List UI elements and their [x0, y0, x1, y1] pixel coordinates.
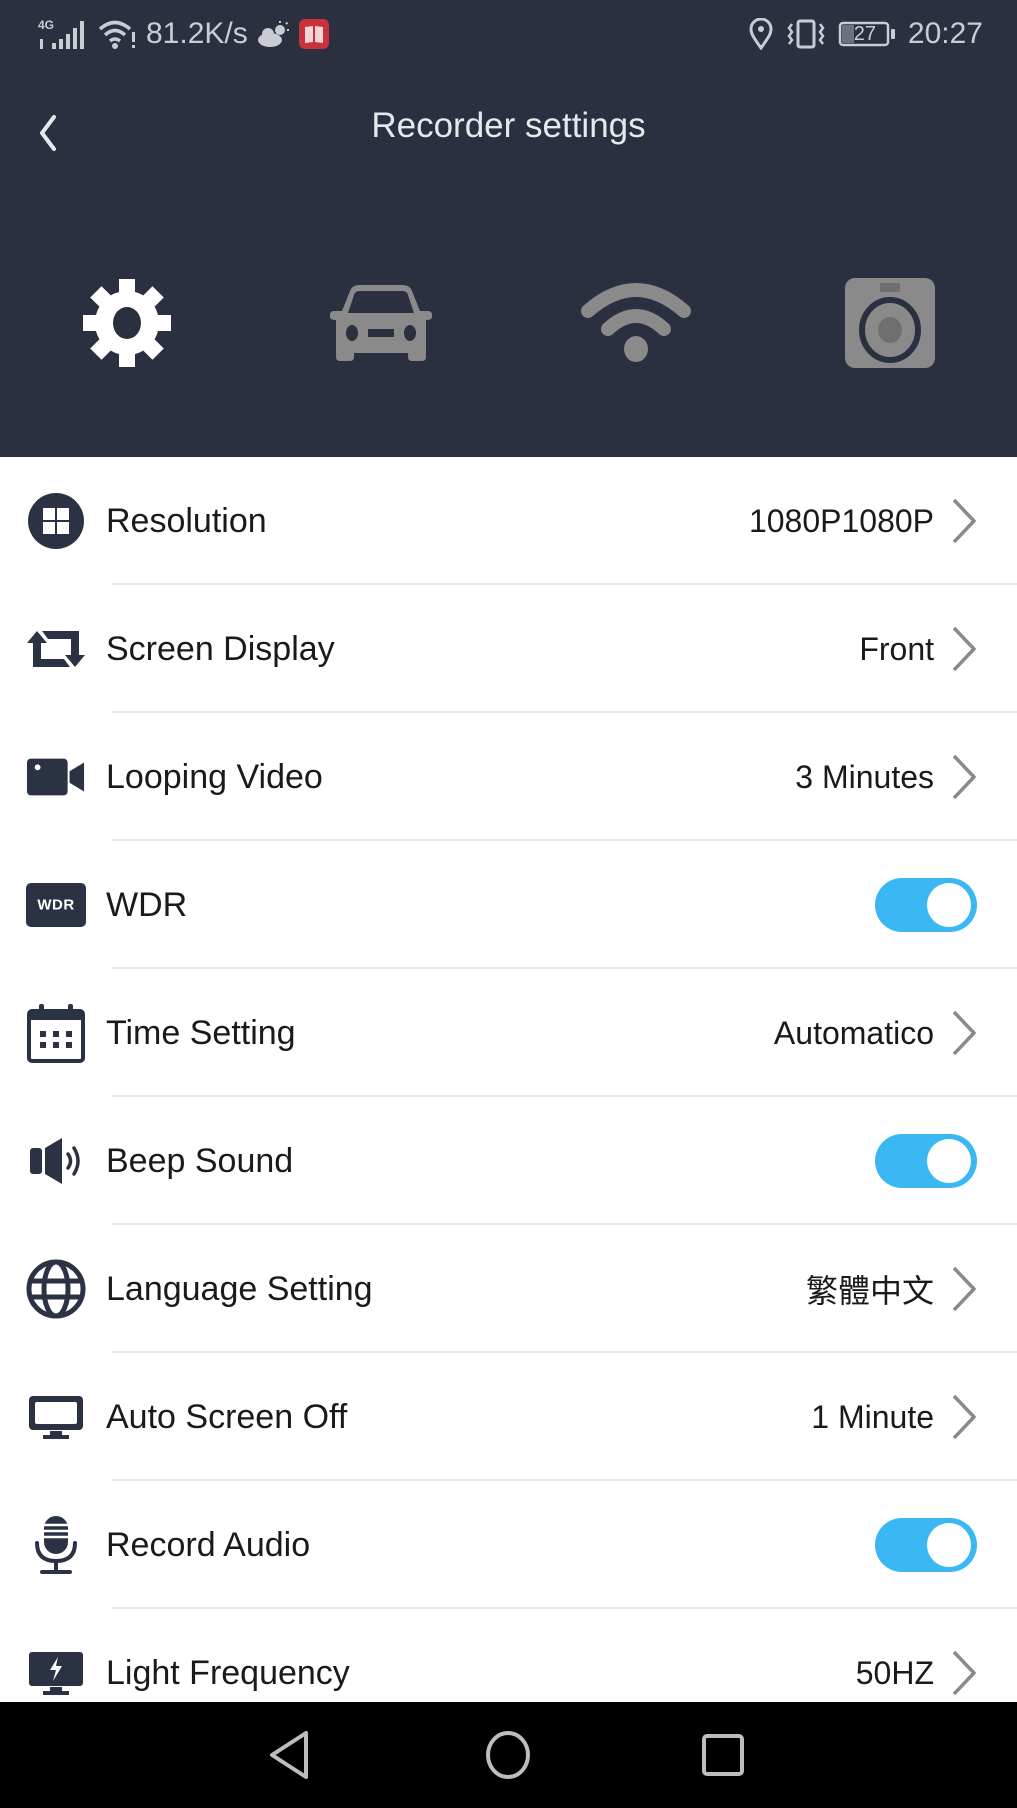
chevron-right-icon	[949, 1392, 979, 1442]
camera-icon	[843, 276, 937, 375]
setting-auto-screen-off[interactable]: Auto Screen Off 1 Minute	[0, 1353, 1017, 1481]
settings-list: Resolution 1080P1080P Screen Display Fro…	[0, 457, 1017, 1702]
toggle-knob	[927, 1139, 971, 1183]
chevron-right-icon	[949, 496, 979, 546]
toggle-knob	[927, 883, 971, 927]
setting-value: 繁體中文	[805, 1273, 934, 1309]
setting-label: Resolution	[106, 501, 267, 540]
wifi-icon	[98, 18, 138, 50]
page-title: Recorder settings	[371, 106, 646, 145]
setting-label: Light Frequency	[106, 1653, 350, 1692]
setting-label: WDR	[106, 885, 188, 924]
speaker-icon	[26, 1131, 86, 1191]
chevron-right-icon	[949, 1008, 979, 1058]
chevron-right-icon	[949, 1648, 979, 1698]
wifi-icon	[580, 281, 692, 370]
header: Recorder settings	[0, 70, 1017, 457]
setting-light-frequency[interactable]: Light Frequency 50HZ	[0, 1609, 1017, 1702]
clock: 20:27	[907, 17, 983, 50]
setting-label: Auto Screen Off	[106, 1397, 348, 1436]
nav-back-button[interactable]	[256, 1722, 326, 1792]
microphone-icon	[26, 1515, 86, 1575]
setting-value: 3 Minutes	[795, 758, 934, 795]
gear-icon	[81, 277, 173, 374]
category-tabs	[0, 275, 1017, 375]
tab-settings[interactable]	[67, 275, 187, 375]
setting-screen-display[interactable]: Screen Display Front	[0, 585, 1017, 713]
setting-value: 1 Minute	[811, 1398, 934, 1435]
setting-label: Time Setting	[106, 1013, 296, 1052]
setting-beep-sound: Beep Sound	[0, 1097, 1017, 1225]
monitor-flash-icon	[26, 1643, 86, 1702]
signal-icon: 4G	[38, 17, 90, 51]
setting-resolution[interactable]: Resolution 1080P1080P	[0, 457, 1017, 585]
setting-value: 1080P1080P	[748, 502, 934, 539]
calendar-icon	[26, 1003, 86, 1063]
record-audio-toggle[interactable]	[875, 1518, 977, 1572]
wdr-toggle[interactable]	[875, 878, 977, 932]
setting-language[interactable]: Language Setting 繁體中文	[0, 1225, 1017, 1353]
repeat-icon	[26, 619, 86, 679]
grid-icon	[26, 491, 86, 551]
setting-label: Screen Display	[106, 629, 335, 668]
network-speed: 81.2K/s	[146, 17, 248, 50]
car-icon	[328, 283, 434, 368]
tab-car[interactable]	[321, 275, 441, 375]
monitor-icon	[26, 1387, 86, 1447]
setting-value: Automatico	[773, 1014, 934, 1051]
vibrate-icon	[786, 18, 826, 50]
wdr-icon: WDR	[26, 875, 86, 935]
system-nav-bar	[0, 1702, 1017, 1808]
toggle-knob	[927, 1523, 971, 1567]
setting-record-audio: Record Audio	[0, 1481, 1017, 1609]
globe-icon	[26, 1259, 86, 1319]
location-icon	[748, 18, 774, 50]
battery-level: 27	[853, 23, 877, 45]
wdr-badge-text: WDR	[37, 896, 75, 914]
setting-looping-video[interactable]: Looping Video 3 Minutes	[0, 713, 1017, 841]
setting-value: 50HZ	[855, 1654, 934, 1691]
setting-label: Record Audio	[106, 1525, 311, 1564]
beep-sound-toggle[interactable]	[875, 1134, 977, 1188]
setting-label: Beep Sound	[106, 1141, 294, 1180]
nav-home-button[interactable]	[473, 1722, 543, 1792]
chevron-right-icon	[949, 1264, 979, 1314]
status-bar: 4G 81.2K/s 27 20:27	[0, 0, 1017, 70]
chevron-right-icon	[949, 752, 979, 802]
weather-icon	[256, 20, 290, 48]
battery-icon: 27	[838, 20, 896, 48]
chevron-right-icon	[949, 624, 979, 674]
setting-time[interactable]: Time Setting Automatico	[0, 969, 1017, 1097]
home-circle-icon	[483, 1730, 533, 1785]
setting-wdr: WDR WDR	[0, 841, 1017, 969]
setting-label: Language Setting	[106, 1269, 373, 1308]
back-triangle-icon	[266, 1729, 316, 1786]
network-type-text: 4G	[38, 18, 54, 32]
setting-label: Looping Video	[106, 757, 323, 796]
tab-wifi[interactable]	[576, 275, 696, 375]
video-camera-icon	[26, 747, 86, 807]
setting-value: Front	[859, 630, 934, 667]
recents-square-icon	[700, 1732, 746, 1783]
nav-recents-button[interactable]	[688, 1722, 758, 1792]
tab-camera[interactable]	[830, 275, 950, 375]
book-app-icon	[298, 18, 330, 50]
